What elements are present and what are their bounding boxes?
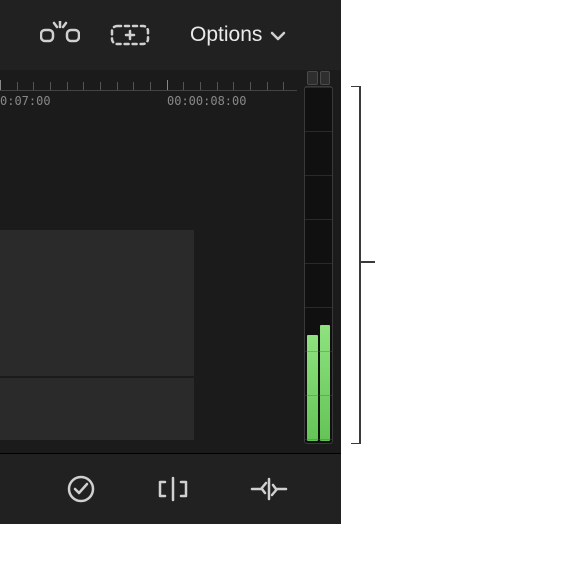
clip-lane[interactable] bbox=[0, 230, 194, 376]
break-apart-button[interactable] bbox=[40, 21, 80, 49]
meter-bar-right bbox=[320, 325, 331, 441]
audio-meters[interactable] bbox=[304, 86, 333, 444]
ruler-tick bbox=[217, 82, 218, 90]
snap-icon bbox=[250, 474, 288, 504]
timecode-label: 0:07:00 bbox=[0, 94, 51, 108]
ruler-tick bbox=[17, 82, 18, 90]
checkmark-circle-icon bbox=[66, 474, 96, 504]
ruler-tick bbox=[200, 82, 201, 90]
mark-good-button[interactable] bbox=[66, 474, 96, 504]
compound-clip-icon bbox=[110, 22, 150, 48]
top-toolbar: Options bbox=[0, 0, 341, 70]
editor-panel: Options 0:07:00 00:00:08:00 bbox=[0, 0, 341, 524]
ruler-tick bbox=[267, 82, 268, 90]
ruler-tick bbox=[133, 82, 134, 90]
bottom-toolbar bbox=[0, 453, 341, 524]
ruler-tick bbox=[150, 82, 151, 90]
ruler-tick bbox=[117, 82, 118, 90]
timecode-label: 00:00:08:00 bbox=[167, 94, 246, 108]
trim-button[interactable] bbox=[156, 474, 190, 504]
ruler-tick bbox=[283, 82, 284, 90]
options-dropdown[interactable]: Options bbox=[190, 23, 286, 47]
ruler-tick bbox=[250, 82, 251, 90]
ruler-tick-major bbox=[167, 80, 168, 90]
ruler-tick bbox=[33, 82, 34, 90]
callout-bracket bbox=[350, 86, 376, 444]
peak-cap-right bbox=[320, 71, 331, 85]
clip-lane[interactable] bbox=[0, 378, 194, 440]
options-label: Options bbox=[190, 23, 262, 47]
timeline-ruler[interactable]: 0:07:00 00:00:08:00 bbox=[0, 80, 341, 112]
compound-clip-button[interactable] bbox=[110, 22, 150, 48]
peak-cap-left bbox=[307, 71, 318, 85]
break-apart-icon bbox=[40, 21, 80, 49]
ruler-tick bbox=[100, 82, 101, 90]
trim-icon bbox=[156, 474, 190, 504]
chevron-down-icon bbox=[270, 30, 286, 42]
ruler-tick bbox=[183, 82, 184, 90]
ruler-tick bbox=[50, 82, 51, 90]
ruler-tick bbox=[233, 82, 234, 90]
peak-indicators bbox=[305, 71, 332, 85]
ruler-tick bbox=[67, 82, 68, 90]
snap-button[interactable] bbox=[250, 474, 288, 504]
ruler-tick bbox=[83, 82, 84, 90]
ruler-tick-major bbox=[0, 80, 1, 90]
meter-bar-left bbox=[307, 335, 318, 441]
